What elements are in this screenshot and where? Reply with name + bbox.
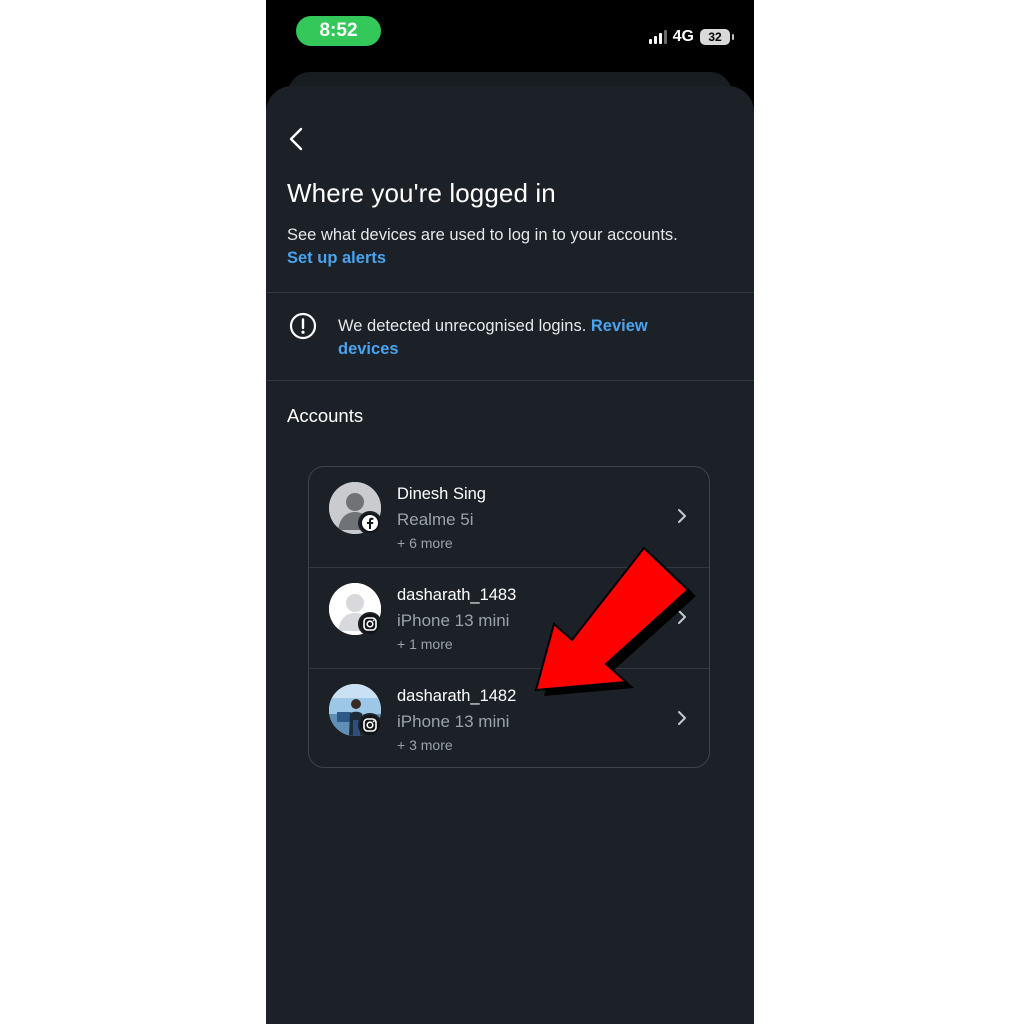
accounts-heading: Accounts	[287, 405, 364, 426]
chevron-right-icon	[678, 509, 686, 523]
network-type: 4G	[672, 28, 694, 45]
instagram-icon	[358, 612, 382, 636]
facebook-icon	[358, 511, 382, 535]
battery-level: 32	[708, 30, 722, 44]
logins-sheet: Where you're logged in See what devices …	[266, 86, 754, 1024]
signal-icon	[648, 30, 667, 44]
unrecognised-logins-notice: We detected unrecognised logins. Review …	[338, 315, 708, 361]
chevron-right-icon	[678, 610, 686, 624]
accounts-list: Dinesh Sing Realme 5i + 6 more dasharath…	[308, 466, 710, 768]
status-time: 8:52	[296, 16, 381, 46]
phone-screen: 8:52 4G 32 Where you're logged in See wh…	[266, 0, 754, 1024]
notice-text: We detected unrecognised logins.	[338, 317, 587, 335]
page-title: Where you're logged in	[287, 178, 556, 208]
chevron-left-icon	[289, 127, 303, 151]
divider	[266, 292, 754, 293]
account-device: iPhone 13 mini	[397, 611, 510, 630]
chevron-right-icon	[678, 711, 686, 725]
set-up-alerts-link[interactable]: Set up alerts	[287, 249, 386, 268]
account-name: Dinesh Sing	[397, 485, 486, 503]
account-device: iPhone 13 mini	[397, 712, 510, 731]
account-name: dasharath_1483	[397, 586, 517, 604]
status-indicators: 4G 32	[648, 26, 734, 48]
status-bar: 8:52 4G 32	[266, 0, 754, 62]
account-name: dasharath_1482	[397, 687, 517, 705]
account-row-dinesh-sing[interactable]: Dinesh Sing Realme 5i + 6 more	[309, 467, 709, 568]
account-more-count: + 6 more	[397, 535, 453, 551]
page-subtitle: See what devices are used to log in to y…	[287, 226, 678, 244]
battery-icon: 32	[700, 29, 734, 45]
divider	[266, 380, 754, 381]
account-more-count: + 1 more	[397, 636, 453, 652]
account-row-dasharath-1483[interactable]: dasharath_1483 iPhone 13 mini + 1 more	[309, 568, 709, 669]
account-device: Realme 5i	[397, 510, 474, 529]
account-more-count: + 3 more	[397, 737, 453, 753]
back-button[interactable]	[284, 124, 310, 154]
instagram-icon	[358, 713, 382, 737]
alert-circle-icon	[289, 312, 317, 340]
account-row-dasharath-1482[interactable]: dasharath_1482 iPhone 13 mini + 3 more	[309, 669, 709, 767]
